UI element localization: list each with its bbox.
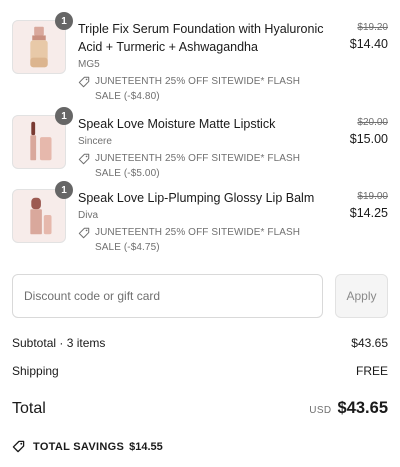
product-title: Speak Love Moisture Matte Lipstick <box>78 117 276 131</box>
quantity-badge: 1 <box>55 12 73 30</box>
product-thumbnail-wrap: 1 <box>12 181 73 243</box>
total-savings-label: TOTAL SAVINGS <box>33 440 125 453</box>
total-value: $43.65 <box>337 399 388 417</box>
line-item-info: Speak Love Moisture Matte Lipstick Since… <box>66 115 328 181</box>
line-item-prices: $19.20 $14.40 <box>328 20 388 104</box>
line-item-prices: $20.00 $15.00 <box>328 115 388 181</box>
shipping-row: Shipping FREE <box>12 364 388 378</box>
tag-icon <box>78 227 90 239</box>
subtotal-label: Subtotal · 3 items <box>12 336 106 350</box>
shipping-label: Shipping <box>12 364 59 378</box>
apply-button[interactable]: Apply <box>335 274 388 318</box>
product-thumbnail-wrap: 1 <box>12 107 73 169</box>
product-variant: MG5 <box>78 59 100 70</box>
discount-allocation: JUNETEENTH 25% OFF SITEWIDE* FLASH SALE … <box>78 225 328 255</box>
currency-code: USD <box>309 405 332 416</box>
original-price: $20.00 <box>357 117 388 128</box>
line-item-info: Triple Fix Serum Foundation with Hyaluro… <box>66 20 328 104</box>
total-value-group: USD $43.65 <box>309 399 388 418</box>
quantity-badge: 1 <box>55 107 73 125</box>
original-price: $19.00 <box>357 191 388 202</box>
line-item-lipstick: 1 Speak Love Moisture Matte Lipstick Sin… <box>12 107 388 181</box>
line-item-prices: $19.00 $14.25 <box>328 189 388 255</box>
discount-allocation: JUNETEENTH 25% OFF SITEWIDE* FLASH SALE … <box>78 151 328 181</box>
product-variant: Sincere <box>78 136 112 147</box>
product-title: Speak Love Lip-Plumping Glossy Lip Balm <box>78 191 315 205</box>
total-savings-value: $14.55 <box>129 440 163 453</box>
tag-icon <box>78 153 90 165</box>
total-label: Total <box>12 400 46 417</box>
line-item-info: Speak Love Lip-Plumping Glossy Lip Balm … <box>66 189 328 255</box>
discount-text: JUNETEENTH 25% OFF SITEWIDE* FLASH SALE … <box>95 227 301 253</box>
original-price: $19.20 <box>357 22 388 33</box>
line-item-lip-balm: 1 Speak Love Lip-Plumping Glossy Lip Bal… <box>12 181 388 255</box>
discount-allocation: JUNETEENTH 25% OFF SITEWIDE* FLASH SALE … <box>78 74 328 104</box>
discounted-price: $14.25 <box>349 206 388 220</box>
total-savings: TOTAL SAVINGS $14.55 <box>12 440 163 453</box>
discount-code-row: Apply <box>12 274 388 318</box>
product-thumbnail-wrap: 1 <box>12 12 73 74</box>
discount-text: JUNETEENTH 25% OFF SITEWIDE* FLASH SALE … <box>95 153 301 179</box>
line-item-foundation: 1 Triple Fix Serum Foundation with Hyalu… <box>12 12 388 104</box>
quantity-badge: 1 <box>55 181 73 199</box>
subtotal-value: $43.65 <box>351 336 388 350</box>
product-title: Triple Fix Serum Foundation with Hyaluro… <box>78 22 324 54</box>
shipping-value: FREE <box>355 364 388 378</box>
total-row: Total USD $43.65 <box>12 399 388 418</box>
product-variant: Diva <box>78 210 99 221</box>
subtotal-row: Subtotal · 3 items $43.65 <box>12 336 388 350</box>
discounted-price: $15.00 <box>349 132 388 146</box>
tag-icon <box>12 440 25 453</box>
discount-code-input[interactable] <box>12 274 323 318</box>
tag-icon <box>78 76 90 88</box>
discounted-price: $14.40 <box>349 37 388 51</box>
discount-text: JUNETEENTH 25% OFF SITEWIDE* FLASH SALE … <box>95 76 301 102</box>
